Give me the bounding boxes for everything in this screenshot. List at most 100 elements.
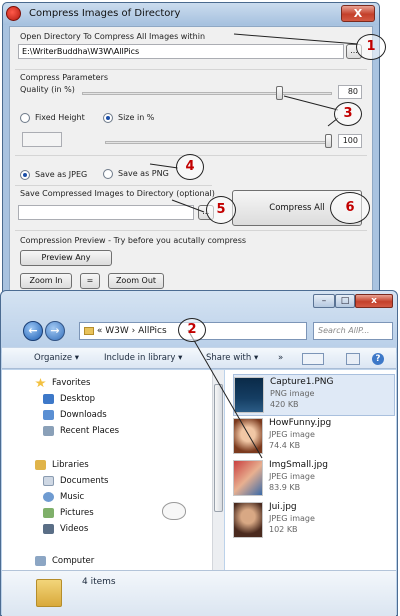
nav-desktop[interactable]: Desktop xyxy=(60,394,95,404)
close-button[interactable]: X xyxy=(341,5,375,22)
list-item[interactable]: HowFunny.jpg JPEG image 74.4 KB xyxy=(233,416,395,458)
nav-documents[interactable]: Documents xyxy=(60,476,108,486)
preview-pane-icon[interactable] xyxy=(346,353,360,365)
file-type: PNG image xyxy=(270,389,315,398)
navigation-pane: Favorites Desktop Downloads Recent Place… xyxy=(2,370,212,570)
save-as-png-radio[interactable] xyxy=(103,169,113,179)
quality-value-field[interactable]: 80 xyxy=(338,85,362,99)
help-icon[interactable]: ? xyxy=(372,353,384,365)
file-name: Capture1.PNG xyxy=(270,377,334,387)
file-name: Jui.jpg xyxy=(269,502,297,512)
quality-slider-track[interactable] xyxy=(82,92,332,95)
nav-music[interactable]: Music xyxy=(60,492,84,502)
file-type: JPEG image xyxy=(269,472,315,481)
compress-window: Compress Images of Directory X Open Dire… xyxy=(2,2,380,294)
item-count: 4 items xyxy=(82,577,116,587)
callout-4: 4 xyxy=(176,154,204,180)
documents-icon xyxy=(43,476,54,486)
status-bar: 4 items xyxy=(2,570,396,616)
save-directory-input[interactable] xyxy=(18,205,194,220)
folder-icon xyxy=(84,326,94,335)
explorer-close-button[interactable]: x xyxy=(355,294,393,308)
view-options-icon[interactable] xyxy=(302,353,324,365)
pictures-icon xyxy=(43,508,54,518)
recent-places-icon xyxy=(43,426,54,436)
forward-arrow-icon[interactable]: → xyxy=(45,321,65,341)
size-value-field[interactable]: 100 xyxy=(338,134,362,148)
nav-computer[interactable]: Computer xyxy=(52,556,94,566)
nav-libraries[interactable]: Libraries xyxy=(52,460,89,470)
include-in-library-menu[interactable]: Include in library ▾ xyxy=(104,353,182,363)
fixed-height-label: Fixed Height xyxy=(35,113,85,122)
fixed-height-radio[interactable] xyxy=(20,113,30,123)
music-icon xyxy=(43,492,54,502)
size-in-percent-label: Size in % xyxy=(118,113,155,122)
save-as-jpeg-label: Save as JPEG xyxy=(35,170,88,179)
save-as-jpeg-radio[interactable] xyxy=(20,170,30,180)
breadcrumb-prefix: « xyxy=(96,326,103,336)
breadcrumb-allpics[interactable]: AllPics xyxy=(138,326,167,336)
more-commands-button[interactable]: » xyxy=(278,353,283,363)
callout-3: 3 xyxy=(334,102,362,126)
minimize-button[interactable]: – xyxy=(313,294,335,308)
zoom-in-button[interactable]: Zoom In xyxy=(20,273,72,289)
nav-videos[interactable]: Videos xyxy=(60,524,88,534)
desktop-icon xyxy=(43,394,54,404)
command-bar: Organize ▾ Include in library ▾ Share wi… xyxy=(2,347,396,369)
videos-icon xyxy=(43,524,54,534)
list-item[interactable]: Jui.jpg JPEG image 102 KB xyxy=(233,500,395,542)
size-slider-thumb[interactable] xyxy=(325,134,332,148)
directory-path-input[interactable]: E:\WriterBuddha\W3W\AllPics xyxy=(18,44,344,59)
window-title: Compress Images of Directory xyxy=(29,8,181,19)
mouse-cursor-icon xyxy=(162,502,186,520)
file-list: Capture1.PNG PNG image 420 KB HowFunny.j… xyxy=(225,370,396,570)
maximize-button[interactable]: □ xyxy=(335,294,355,308)
capture1-thumbnail xyxy=(234,377,264,413)
separator xyxy=(15,185,212,186)
file-size: 102 KB xyxy=(269,525,298,534)
zoom-out-button[interactable]: Zoom Out xyxy=(108,273,164,289)
file-size: 420 KB xyxy=(270,400,299,409)
imgsmall-thumbnail xyxy=(233,460,263,496)
separator xyxy=(15,230,367,231)
search-input[interactable]: Search AllP... xyxy=(313,322,393,340)
navigation-scrollbar-thumb[interactable] xyxy=(214,384,223,512)
file-size: 83.9 KB xyxy=(269,483,301,492)
list-item[interactable]: Capture1.PNG PNG image 420 KB xyxy=(233,374,395,416)
downloads-icon xyxy=(43,410,54,420)
size-in-percent-radio[interactable] xyxy=(103,113,113,123)
libraries-icon xyxy=(35,460,46,470)
file-name: HowFunny.jpg xyxy=(269,418,332,428)
file-type: JPEG image xyxy=(269,430,315,439)
preview-section-label: Compression Preview - Try before you acu… xyxy=(20,236,247,245)
open-directory-label: Open Directory To Compress All Images wi… xyxy=(20,32,206,41)
favorites-star-icon xyxy=(35,378,46,388)
nav-favorites[interactable]: Favorites xyxy=(52,378,90,388)
jui-thumbnail xyxy=(233,502,263,538)
list-item[interactable]: ImgSmall.jpg JPEG image 83.9 KB xyxy=(233,458,395,500)
callout-5: 5 xyxy=(206,196,236,224)
compress-window-titlebar[interactable]: Compress Images of Directory X xyxy=(3,3,379,25)
navigation-scrollbar[interactable] xyxy=(212,370,224,570)
computer-icon xyxy=(35,556,46,566)
save-as-png-label: Save as PNG xyxy=(118,169,169,178)
compress-parameters-label: Compress Parameters xyxy=(20,73,109,82)
preview-any-button[interactable]: Preview Any xyxy=(20,250,112,266)
callout-1: 1 xyxy=(356,34,386,60)
breadcrumb-w3w[interactable]: W3W xyxy=(105,326,129,336)
nav-pictures[interactable]: Pictures xyxy=(60,508,94,518)
save-directory-label: Save Compressed Images to Directory (opt… xyxy=(20,189,215,198)
fixed-height-input[interactable] xyxy=(22,132,62,147)
quality-slider-thumb[interactable] xyxy=(276,86,284,100)
back-arrow-icon[interactable]: ← xyxy=(23,321,43,341)
share-with-menu[interactable]: Share with ▾ xyxy=(206,353,258,363)
size-slider-track[interactable] xyxy=(105,141,332,144)
separator xyxy=(15,69,367,70)
zoom-reset-button[interactable]: = xyxy=(80,273,100,289)
nav-downloads[interactable]: Downloads xyxy=(60,410,107,420)
callout-6: 6 xyxy=(330,192,370,224)
organize-menu[interactable]: Organize ▾ xyxy=(34,353,79,363)
breadcrumb-separator: › xyxy=(131,326,136,336)
howfunny-thumbnail xyxy=(233,418,263,454)
nav-recent-places[interactable]: Recent Places xyxy=(60,426,119,436)
